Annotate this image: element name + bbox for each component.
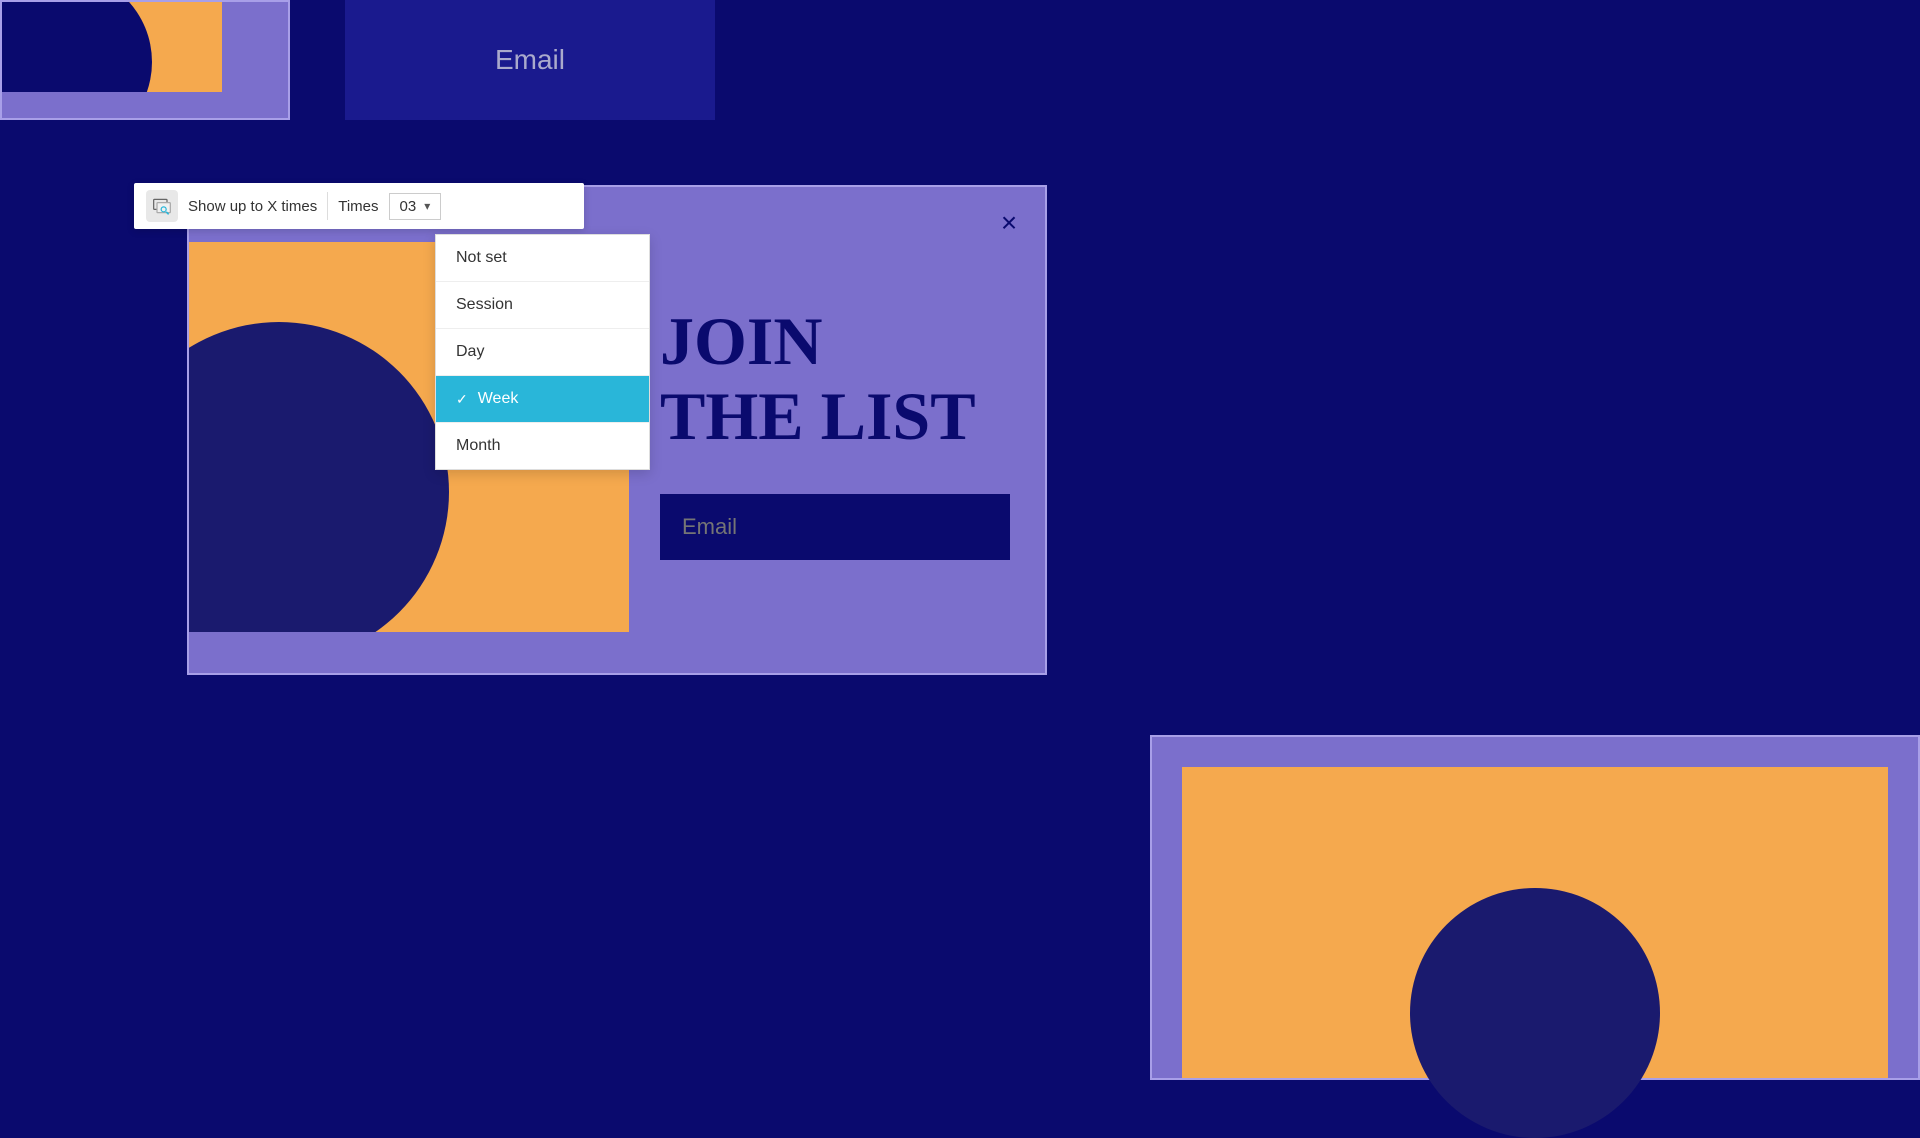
circle-bottom [1410,888,1660,1138]
circle-modal [189,322,449,632]
card-top-left [0,0,290,120]
top-email-label: Email [495,44,565,76]
popup-icon [146,190,178,222]
dropdown-item-session[interactable]: Session [436,282,649,329]
circle-top-left [2,2,152,92]
divider-1 [327,192,328,220]
dropdown-item-week[interactable]: ✓ Week [436,376,649,423]
email-input[interactable] [660,494,1010,560]
card-orange-top-left [2,2,222,92]
dropdown-label: Month [456,437,500,455]
dropdown-label: Session [456,296,513,314]
dropdown-label: Not set [456,249,507,267]
chevron-down-icon: ▾ [424,199,430,213]
close-button[interactable]: × [991,205,1027,241]
modal-title-line1: JOIN [660,304,1010,379]
card-top-email: Email [345,0,715,120]
dropdown-item-not-set[interactable]: Not set [436,235,649,282]
show-label: Show up to X times [188,198,317,215]
dropdown-item-day[interactable]: Day [436,329,649,376]
times-value: 03 [400,198,417,215]
card-orange-bottom [1182,767,1888,1078]
times-select[interactable]: 03 ▾ [389,193,442,220]
modal-right-section: JOIN THE LIST [625,187,1045,677]
times-dropdown: Not set Session Day ✓ Week Month [435,234,650,470]
times-label: Times [338,198,378,215]
toolbar: Show up to X times Times 03 ▾ [134,183,584,229]
dropdown-label: Day [456,343,484,361]
check-icon: ✓ [456,391,468,408]
card-bottom-right [1150,735,1920,1080]
dropdown-item-month[interactable]: Month [436,423,649,469]
modal-title: JOIN THE LIST [660,304,1010,454]
dropdown-label: Week [478,390,519,408]
modal-title-line2: THE LIST [660,379,1010,454]
